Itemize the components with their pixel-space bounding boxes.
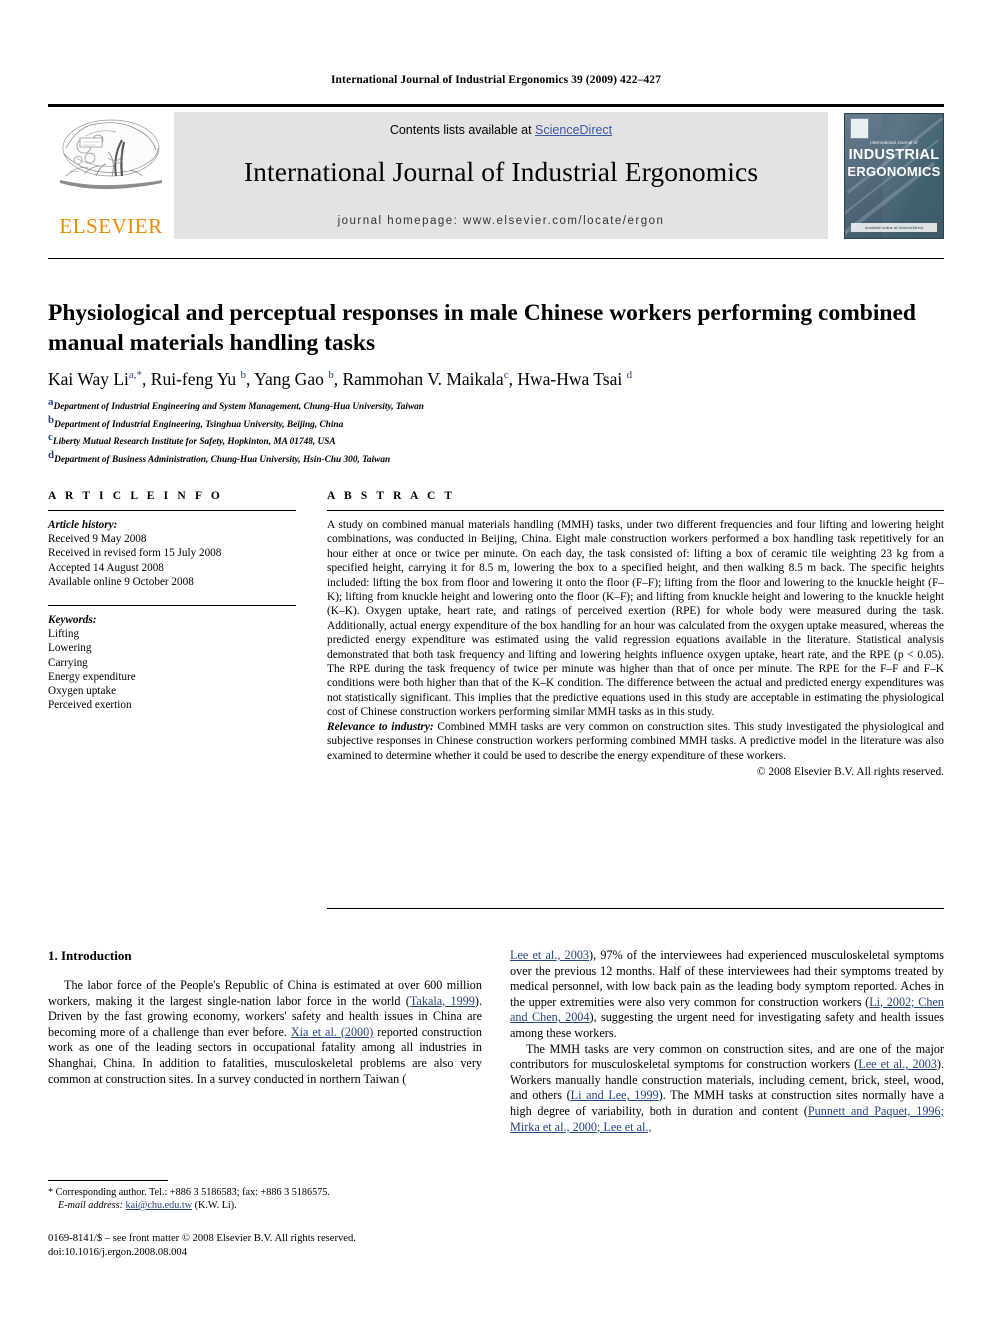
email-link[interactable]: kai@chu.edu.tw (126, 1200, 193, 1211)
affiliation-text: Department of Industrial Engineering, Ts… (54, 419, 344, 430)
history-item: Received in revised form 15 July 2008 (48, 547, 222, 560)
cover-footer: Available online at ScienceDirect (851, 222, 937, 232)
footnote-block: * Corresponding author. Tel.: +886 3 518… (48, 1186, 482, 1212)
keyword-item: Perceived exertion (48, 699, 132, 712)
author-sup: c (503, 369, 509, 381)
affiliation-text: Liberty Mutual Research Institute for Sa… (52, 437, 336, 448)
affiliation-item: aDepartment of Industrial Engineering an… (48, 396, 928, 414)
affiliation-text: Department of Industrial Engineering and… (53, 402, 424, 413)
keyword-item: Oxygen uptake (48, 685, 117, 698)
email-note: E-mail address: kai@chu.edu.tw (K.W. Li)… (48, 1199, 482, 1212)
abstract-bottom-divider (327, 908, 944, 909)
keyword-item: Carrying (48, 656, 88, 669)
contents-available-line: Contents lists available at ScienceDirec… (174, 123, 828, 137)
keyword-item: Energy expenditure (48, 670, 136, 683)
cover-supertitle: International Journal of (870, 139, 918, 145)
abstract-divider (327, 510, 944, 511)
keywords-divider (48, 605, 296, 607)
running-head: International Journal of Industrial Ergo… (330, 74, 661, 86)
affiliation-item: cLiberty Mutual Research Institute for S… (48, 431, 928, 449)
author-sup: d (626, 369, 633, 381)
citation-link[interactable]: Takala, 1999 (410, 994, 475, 1008)
keywords-block: Keywords: Lifting Lowering Carrying Ener… (48, 605, 296, 712)
masthead-banner: Contents lists available at ScienceDirec… (174, 112, 828, 239)
article-info-heading: A R T I C L E I N F O (48, 490, 223, 502)
keyword-item: Lifting (48, 628, 80, 641)
abstract-heading: A B S T R A C T (327, 490, 456, 502)
author-sup: b (328, 369, 334, 381)
introduction-heading: 1. Introduction (48, 948, 132, 963)
body-column-left: 1. Introduction The labor force of the P… (48, 948, 482, 1087)
corresponding-author-note: * Corresponding author. Tel.: +886 3 518… (48, 1187, 330, 1198)
elsevier-logo: ELSEVIER (48, 112, 174, 239)
author-list: Kai Way Lia,*, Rui-feng Yu b, Yang Gao b… (48, 368, 633, 389)
intro-paragraph-right-1: Lee et al., 2003), 97% of the interviewe… (510, 948, 944, 1042)
cover-publisher-badge (850, 117, 869, 139)
footnote-divider (48, 1180, 168, 1181)
author-name: Rui-feng Yu (150, 368, 237, 389)
body-column-right: Lee et al., 2003), 97% of the interviewe… (510, 948, 944, 1135)
article-info-divider (48, 510, 296, 511)
history-item: Received 9 May 2008 (48, 533, 147, 546)
cover-title-line2: ERGONOMICS (847, 163, 941, 179)
citation-link[interactable]: Lee et al., 2003 (510, 948, 589, 962)
title-divider (48, 258, 944, 259)
affiliation-item: dDepartment of Business Administration, … (48, 449, 928, 467)
journal-homepage[interactable]: journal homepage: www.elsevier.com/locat… (174, 215, 828, 227)
email-suffix: (K.W. Li). (192, 1200, 237, 1211)
citation-link[interactable]: Xia et al. (2000) (291, 1025, 373, 1039)
cover-title-line1: INDUSTRIAL (848, 146, 940, 163)
cover-image: International Journal of INDUSTRIAL ERGO… (844, 112, 944, 239)
imprint-block: 0169-8141/$ – see front matter © 2008 El… (48, 1232, 548, 1259)
journal-cover-thumbnail[interactable]: International Journal of INDUSTRIAL ERGO… (828, 112, 944, 239)
journal-article-page: International Journal of Industrial Ergo… (0, 0, 992, 1323)
relevance-paragraph: Relevance to industry: Combined MMH task… (327, 720, 944, 763)
affiliation-list: aDepartment of Industrial Engineering an… (48, 396, 928, 467)
keyword-item: Lowering (48, 642, 92, 655)
intro-paragraph-right-2: The MMH tasks are very common on constru… (510, 1042, 944, 1136)
intro-paragraph-left: The labor force of the People's Republic… (48, 978, 482, 1087)
article-history-block: Article history: Received 9 May 2008 Rec… (48, 518, 296, 589)
history-item: Available online 9 October 2008 (48, 575, 194, 588)
affiliation-item: bDepartment of Industrial Engineering, T… (48, 414, 928, 432)
email-label: E-mail address: (58, 1200, 123, 1211)
affiliation-text: Department of Business Administration, C… (54, 455, 391, 466)
abstract-text: A study on combined manual materials han… (327, 519, 944, 719)
doi-line: doi:10.1016/j.ergon.2008.08.004 (48, 1246, 187, 1258)
abstract-column: A B S T R A C T A study on combined manu… (327, 490, 944, 779)
elsevier-wordmark: ELSEVIER (59, 214, 163, 238)
contents-prefix: Contents lists available at (389, 123, 536, 137)
abstract-body: A study on combined manual materials han… (327, 518, 944, 779)
author-name: Hwa-Hwa Tsai (517, 368, 623, 389)
issn-line: 0169-8141/$ – see front matter © 2008 El… (48, 1233, 356, 1244)
relevance-label: Relevance to industry: (327, 720, 434, 733)
author-sup: b (240, 369, 247, 381)
sciencedirect-link[interactable]: ScienceDirect (535, 123, 612, 137)
history-item: Accepted 14 August 2008 (48, 561, 164, 574)
citation-link[interactable]: Lee et al., 2003 (858, 1057, 937, 1071)
author-name: Kai Way Li (48, 368, 129, 389)
masthead: ELSEVIER Contents lists available at Sci… (48, 104, 944, 239)
author-name: Rammohan V. Maikala (342, 368, 504, 389)
citation-link[interactable]: Li and Lee, 1999 (571, 1088, 659, 1102)
article-history-label: Article history: (48, 519, 118, 531)
keywords-label: Keywords: (48, 614, 97, 627)
author-name: Yang Gao (254, 368, 324, 389)
article-info-column: A R T I C L E I N F O Article history: R… (48, 490, 296, 712)
journal-title: International Journal of Industrial Ergo… (243, 156, 759, 187)
elsevier-tree-icon (56, 114, 166, 209)
article-title: Physiological and perceptual responses i… (48, 299, 916, 356)
abstract-copyright: © 2008 Elsevier B.V. All rights reserved… (756, 765, 944, 778)
author-sup: a,* (128, 369, 143, 381)
